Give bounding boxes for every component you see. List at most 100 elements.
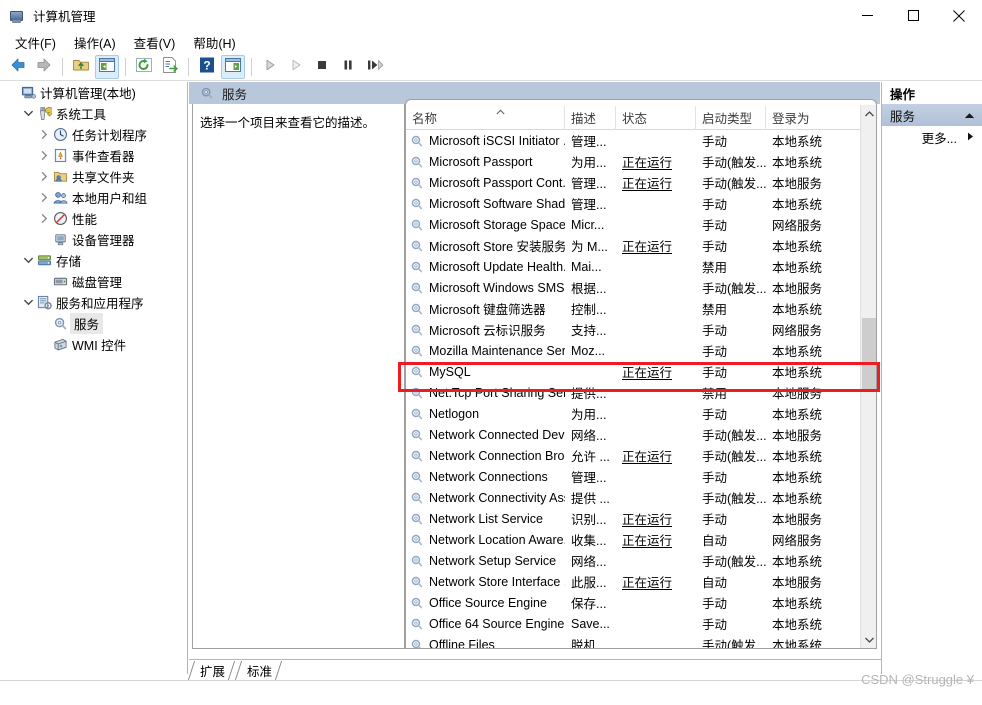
column-header-label: 描述	[571, 112, 597, 126]
table-row[interactable]: Mozilla Maintenance Ser... Moz... 手动 本地系统	[406, 340, 861, 361]
table-row[interactable]: Microsoft 键盘筛选器 控制... 禁用 本地系统	[406, 298, 861, 319]
start-service-button[interactable]	[258, 55, 282, 79]
up-one-level-button[interactable]	[69, 55, 93, 79]
resume-service-button[interactable]	[284, 55, 308, 79]
chevron-right-icon[interactable]	[36, 172, 52, 181]
refresh-button[interactable]	[132, 55, 156, 79]
tree-item-services-and-applications[interactable]: 服务和应用程序	[0, 292, 187, 313]
tree-item-services[interactable]: 服务	[0, 313, 187, 334]
table-row[interactable]: Microsoft Storage Space... Micr... 手动 网络服务	[406, 214, 861, 235]
column-header-3[interactable]: 状态	[616, 105, 696, 130]
show-hide-action-pane-button[interactable]	[221, 54, 245, 79]
tree-item-shared-folders[interactable]: 共享文件夹	[0, 166, 187, 187]
column-header-label: 登录为	[772, 112, 810, 126]
tree-item-label: 系统工具	[56, 108, 107, 122]
table-row[interactable]: Offline Files 脱机... 手动(触发... 本地系统	[406, 634, 861, 648]
export-list-button[interactable]	[158, 55, 182, 79]
chevron-down-icon[interactable]	[20, 299, 36, 306]
tab-standard[interactable]: 标准	[234, 660, 283, 681]
tree-item-computer-management[interactable]: 计算机管理(本地)	[0, 82, 187, 103]
actions-pane: 操作 服务 更多...	[881, 82, 982, 674]
pause-service-button[interactable]	[336, 55, 360, 79]
column-header-2[interactable]: 描述	[565, 105, 616, 130]
table-row[interactable]: Office Source Engine 保存... 手动 本地系统	[406, 592, 861, 613]
table-row[interactable]: Network Store Interface ... 此服... 正在运行 自动 本地…	[406, 571, 861, 592]
chevron-up-icon[interactable]	[965, 108, 974, 122]
performance-icon	[52, 211, 68, 226]
scroll-down-arrow-icon[interactable]	[861, 631, 876, 648]
table-row[interactable]: Microsoft Passport 为用... 正在运行 手动(触发... 本地系统	[406, 151, 861, 172]
cell-name: MySQL	[406, 365, 565, 379]
table-row[interactable]: Microsoft Windows SMS ... 根据... 手动(触发... 本地…	[406, 277, 861, 298]
table-row[interactable]: Network Connectivity Ass... 提供 ... 手动(触发..…	[406, 487, 861, 508]
forward-button[interactable]	[32, 55, 56, 79]
table-row[interactable]: Office 64 Source Engine Save... 手动 本地系统	[406, 613, 861, 634]
service-name-text: Microsoft iSCSI Initiator ...	[429, 133, 565, 148]
chevron-right-icon[interactable]	[36, 193, 52, 202]
table-row[interactable]: Network List Service 识别... 正在运行 手动 本地服务	[406, 508, 861, 529]
tree-item-task-scheduler[interactable]: 任务计划程序	[0, 124, 187, 145]
service-gear-icon	[410, 239, 426, 253]
menu-view[interactable]: 查看(V)	[125, 31, 185, 54]
list-vertical-scrollbar[interactable]	[860, 105, 876, 648]
chevron-right-icon[interactable]	[36, 214, 52, 223]
tree-item-label: 共享文件夹	[72, 171, 135, 185]
tree-item-storage[interactable]: 存储	[0, 250, 187, 271]
table-row[interactable]: Microsoft Passport Cont... 管理... 正在运行 手动(触发…	[406, 172, 861, 193]
tree-item-event-viewer[interactable]: 事件查看器	[0, 145, 187, 166]
menu-file[interactable]: 文件(F)	[6, 31, 65, 54]
scrollbar-thumb[interactable]	[862, 318, 876, 390]
chevron-down-icon[interactable]	[20, 257, 36, 264]
show-hide-console-tree-button[interactable]	[95, 54, 119, 79]
close-button[interactable]	[936, 0, 982, 31]
service-name-text: Offline Files	[429, 637, 495, 649]
table-row[interactable]: Microsoft Software Shad... 管理... 手动 本地系统	[406, 193, 861, 214]
column-header-1[interactable]: 名称	[406, 105, 565, 130]
tree-item-wmi-control[interactable]: WMI 控件	[0, 334, 187, 355]
table-row[interactable]: Network Connection Bro... 允许 ... 正在运行 手动(触发…	[406, 445, 861, 466]
menu-action[interactable]: 操作(A)	[65, 31, 125, 54]
column-header-5[interactable]: 登录为	[766, 105, 861, 130]
cell-startup-type: 手动	[702, 135, 728, 149]
restart-service-button[interactable]	[362, 55, 386, 79]
action-item-more[interactable]: 更多...	[882, 126, 982, 148]
table-row[interactable]: Net.Tcp Port Sharing Ser... 提供... 禁用 本地服务	[406, 382, 861, 403]
tree-item-system-tools[interactable]: 系统工具	[0, 103, 187, 124]
chevron-right-icon[interactable]	[36, 130, 52, 139]
table-row[interactable]: MySQL 正在运行 手动 本地系统	[406, 361, 861, 382]
table-row[interactable]: Microsoft Store 安装服务为 M... 正在运行 手动 本地系统	[406, 235, 861, 256]
table-row[interactable]: Network Setup Service 网络... 手动(触发... 本地系统	[406, 550, 861, 571]
scroll-up-arrow-icon[interactable]	[861, 105, 876, 122]
service-name-text: Network Connections	[429, 469, 548, 484]
table-row[interactable]: Microsoft Update Health... Mai... 禁用 本地系统	[406, 256, 861, 277]
stop-service-button[interactable]	[310, 55, 334, 79]
table-row[interactable]: Network Connections 管理... 手动 本地系统	[406, 466, 861, 487]
table-row[interactable]: Netlogon 为用... 手动 本地系统	[406, 403, 861, 424]
chevron-right-icon[interactable]	[36, 151, 52, 160]
actions-group-services[interactable]: 服务	[882, 104, 982, 126]
tree-item-device-manager[interactable]: 设备管理器	[0, 229, 187, 250]
table-row[interactable]: Microsoft iSCSI Initiator ... 管理... 手动 本地系统	[406, 130, 861, 151]
table-row[interactable]: Network Connected Devi... 网络... 手动(触发... 本地…	[406, 424, 861, 445]
table-row[interactable]: Microsoft 云标识服务 支持... 手动 网络服务	[406, 319, 861, 340]
column-header-label: 启动类型	[702, 112, 753, 126]
cell-description: 网络...	[571, 429, 607, 443]
export-list-icon	[161, 56, 179, 77]
tree-item-disk-management[interactable]: 磁盘管理	[0, 271, 187, 292]
main-content: 计算机管理(本地) 系统工具任务计划程序 事件查看器共享文件夹本地用户和组 性能 设备管…	[0, 82, 982, 674]
chevron-down-icon[interactable]	[20, 110, 36, 117]
back-button[interactable]	[6, 55, 30, 79]
shared-folders-icon	[52, 169, 68, 184]
service-name-text: Microsoft Store 安装服务	[429, 240, 565, 254]
table-row[interactable]: Network Location Aware... 收集... 正在运行 自动 网络服务	[406, 529, 861, 550]
cell-startup-type: 手动(触发...	[702, 429, 766, 443]
tree-item-local-users-and-groups[interactable]: 本地用户和组	[0, 187, 187, 208]
minimize-button[interactable]	[844, 0, 890, 31]
menu-help[interactable]: 帮助(H)	[184, 31, 244, 54]
help-button[interactable]: ?	[195, 55, 219, 79]
column-header-4[interactable]: 启动类型	[696, 105, 766, 130]
tab-extended[interactable]: 扩展	[187, 660, 236, 681]
maximize-button[interactable]	[890, 0, 936, 31]
service-name-text: Office 64 Source Engine	[429, 616, 565, 631]
tree-item-performance[interactable]: 性能	[0, 208, 187, 229]
